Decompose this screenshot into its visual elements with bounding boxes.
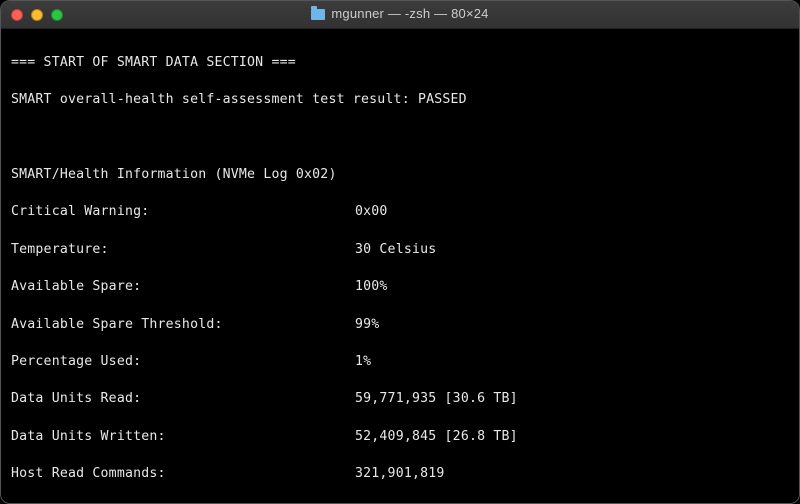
blank-line [11,129,789,148]
field-value: 52,409,845 [26.8 TB] [355,428,518,447]
health-line: SMART overall-health self-assessment tes… [11,91,789,110]
field-label: Percentage Used: [11,353,355,372]
folder-icon [311,9,325,20]
titlebar: mgunner — -zsh — 80×24 [1,1,799,29]
field-label: Critical Warning: [11,203,355,222]
field-row: Percentage Used:1% [11,353,789,372]
minimize-icon[interactable] [31,9,43,21]
field-row: Critical Warning:0x00 [11,203,789,222]
field-row: Temperature:30 Celsius [11,241,789,260]
section-header: === START OF SMART DATA SECTION === [11,54,789,73]
field-label: Available Spare: [11,278,355,297]
field-label: Data Units Read: [11,390,355,409]
terminal-window: mgunner — -zsh — 80×24 === START OF SMAR… [0,0,800,504]
field-value: 321,901,819 [355,465,445,484]
field-label: Available Spare Threshold: [11,316,355,335]
traffic-lights [11,9,63,21]
field-row: Available Spare Threshold:99% [11,316,789,335]
zoom-icon[interactable] [51,9,63,21]
field-row: Available Spare:100% [11,278,789,297]
info-header: SMART/Health Information (NVMe Log 0x02) [11,166,789,185]
field-value: 100% [355,278,388,297]
field-row: Data Units Read:59,771,935 [30.6 TB] [11,390,789,409]
field-label: Data Units Written: [11,428,355,447]
field-value: 30 Celsius [355,241,436,260]
field-value: 59,771,935 [30.6 TB] [355,390,518,409]
field-value: 0x00 [355,203,388,222]
field-label: Host Read Commands: [11,465,355,484]
window-title-text: mgunner — -zsh — 80×24 [331,5,488,24]
field-value: 99% [355,316,379,335]
close-icon[interactable] [11,9,23,21]
field-label: Temperature: [11,241,355,260]
field-value: 1% [355,353,371,372]
window-title: mgunner — -zsh — 80×24 [1,5,799,24]
terminal-body[interactable]: === START OF SMART DATA SECTION === SMAR… [1,29,799,504]
field-row: Host Read Commands:321,901,819 [11,465,789,484]
field-row: Data Units Written:52,409,845 [26.8 TB] [11,428,789,447]
